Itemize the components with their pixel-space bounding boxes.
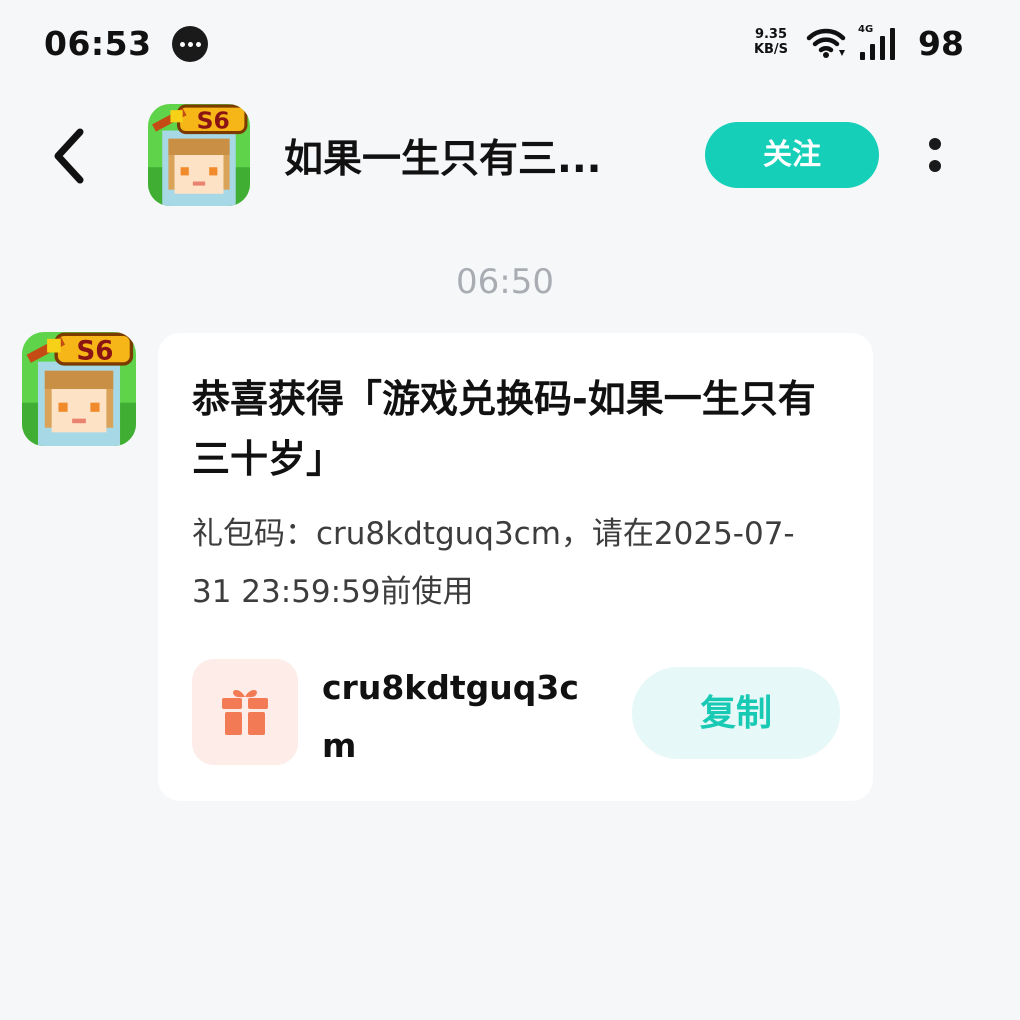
message-timestamp: 06:50 [456, 262, 554, 302]
status-time: 06:53 [44, 24, 152, 63]
chat-header: 如果一生只有三... 关注 [0, 98, 1020, 216]
chat-screen: 06:53 9.35 KB/S 4G 98 如果一生只有三... 关注 06:5… [0, 0, 1020, 1020]
network-speed-unit: KB/S [753, 42, 789, 57]
message-notification-icon [172, 26, 208, 62]
chat-title: 如果一生只有三... [284, 137, 602, 182]
message-body: 礼包码：cru8kdtguq3cm，请在2025-07-31 23:59:59前… [192, 516, 795, 610]
game-avatar[interactable] [148, 104, 250, 206]
cellular-signal-icon [860, 28, 895, 60]
redeem-code: cru8kdtguq3cm [322, 668, 579, 765]
gift-icon-box [192, 659, 298, 765]
gift-code-message-card: 恭喜获得「游戏兑换码-如果一生只有三十岁」 礼包码：cru8kdtguq3cm，… [158, 333, 873, 801]
network-speed: 9.35 KB/S [748, 27, 794, 57]
follow-button[interactable]: 关注 [705, 122, 879, 188]
more-icon[interactable] [925, 136, 945, 176]
battery-level: 98 [918, 24, 964, 63]
sender-avatar[interactable] [22, 332, 136, 446]
back-icon[interactable] [46, 124, 94, 188]
copy-button[interactable]: 复制 [632, 667, 840, 759]
status-bar: 06:53 9.35 KB/S 4G 98 [0, 0, 1020, 88]
wifi-icon [806, 28, 846, 58]
message-title: 恭喜获得「游戏兑换码-如果一生只有三十岁」 [192, 377, 816, 481]
network-speed-value: 9.35 [754, 27, 788, 42]
gift-icon [222, 690, 268, 735]
